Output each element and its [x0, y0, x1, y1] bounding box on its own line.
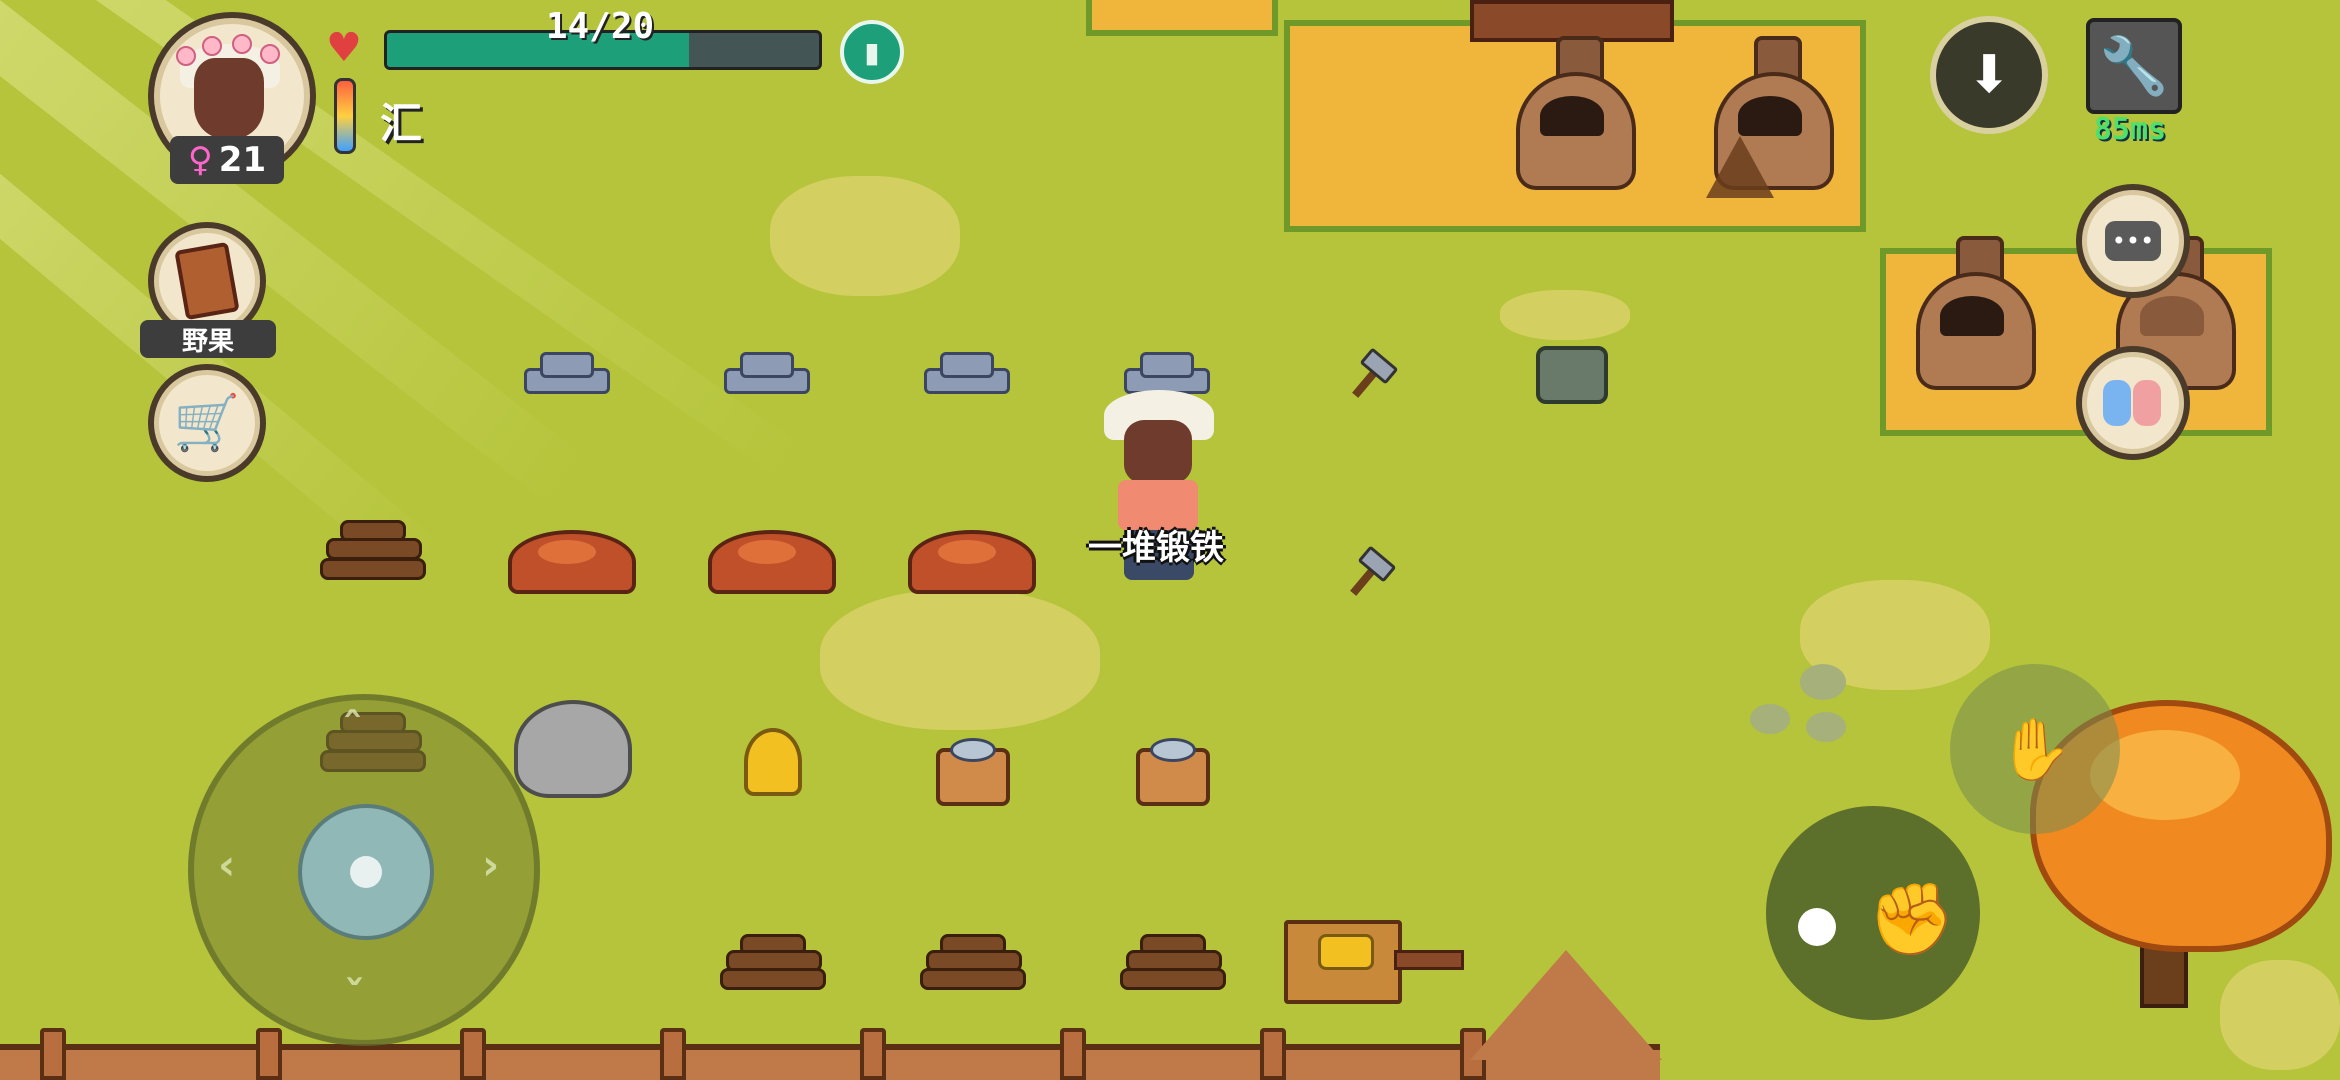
food-label: 野果 — [140, 320, 276, 358]
throw-button[interactable]: ✊ — [1766, 806, 1980, 1020]
dry-grass-patch — [770, 176, 960, 296]
dirt-plot — [1086, 0, 1278, 36]
iron-ingot[interactable] — [1124, 350, 1210, 394]
fence-post — [256, 1028, 282, 1080]
bread-crate[interactable] — [1284, 920, 1402, 1004]
chevron-up-icon: ˆ — [342, 704, 363, 753]
copper-ore-pile[interactable] — [708, 530, 836, 594]
hammer[interactable] — [1344, 347, 1399, 402]
iron-ingot[interactable] — [724, 350, 810, 394]
iron-ingot[interactable] — [524, 350, 610, 394]
heart-icon: ♥ — [326, 25, 362, 71]
fence-post — [460, 1028, 486, 1080]
movement-joystick[interactable]: ‹ › ˆ ˇ — [188, 694, 540, 1046]
stone-stack[interactable] — [1536, 346, 1608, 404]
boulder[interactable] — [514, 700, 632, 798]
chevron-left-icon: ‹ — [218, 840, 236, 889]
log-pile[interactable] — [916, 930, 1026, 1000]
ping-indicator: 85ms — [2093, 112, 2167, 147]
friends-icon — [2103, 376, 2163, 430]
fence-post — [660, 1028, 686, 1080]
copper-ore-pile[interactable] — [508, 530, 636, 594]
hammer[interactable] — [1342, 545, 1397, 600]
iron-ingot[interactable] — [924, 350, 1010, 394]
chat-bubble-icon: ••• — [2105, 221, 2161, 261]
wooden-fence — [0, 1044, 1660, 1080]
log-pile[interactable] — [316, 520, 426, 590]
social-button[interactable] — [2076, 346, 2190, 460]
joystick-knob[interactable] — [298, 804, 434, 940]
dry-grass-patch — [820, 590, 1100, 730]
age-value: 21 — [218, 140, 267, 180]
throw-hand-icon: ✊ — [1798, 868, 1955, 960]
pickup-button[interactable]: ✋ — [1950, 664, 2120, 834]
drop-item-icon: ⬇ — [1967, 45, 2011, 105]
drop-item-button[interactable]: ⬇ — [1930, 16, 2048, 134]
berry-basket-icon — [174, 241, 240, 321]
kiln[interactable] — [1916, 236, 2036, 390]
wrench-icon: 🔧 — [2099, 34, 2169, 99]
shop-button[interactable]: 🛒 — [148, 364, 266, 482]
chat-button[interactable]: ••• — [2076, 184, 2190, 298]
pickup-hand-icon: ✋ — [1997, 714, 2073, 785]
wooden-handle — [1394, 950, 1464, 970]
basket[interactable] — [936, 738, 1010, 806]
dry-grass-patch — [1500, 290, 1630, 340]
log-pile[interactable] — [716, 930, 826, 1000]
tripod[interactable] — [1706, 136, 1774, 198]
gate-roof — [1470, 950, 1662, 1060]
shopping-cart-icon: 🛒 — [173, 391, 241, 454]
hp-text: 14/20 — [545, 6, 655, 47]
kiln[interactable] — [1516, 36, 1636, 190]
fence-post — [1060, 1028, 1086, 1080]
copper-ore-pile[interactable] — [908, 530, 1036, 594]
fence-post — [860, 1028, 886, 1080]
fence-post — [1260, 1028, 1286, 1080]
chevron-right-icon: › — [482, 840, 500, 889]
age-badge: ♀ 21 — [170, 136, 284, 184]
golden-bell[interactable] — [744, 728, 802, 796]
log-pile[interactable] — [1116, 930, 1226, 1000]
target-item-label: 一堆锻铁 — [1088, 528, 1224, 568]
settings-button[interactable]: 🔧 — [2086, 18, 2182, 114]
basket[interactable] — [1136, 738, 1210, 806]
female-icon: ♀ — [187, 140, 213, 180]
bottle-icon[interactable]: ▮ — [840, 20, 904, 84]
pebbles — [1750, 664, 1860, 746]
chevron-down-icon: ˇ — [344, 972, 365, 1021]
thermometer-icon — [334, 78, 356, 154]
temperature-label: 汇 — [380, 99, 423, 148]
fence-post — [40, 1028, 66, 1080]
